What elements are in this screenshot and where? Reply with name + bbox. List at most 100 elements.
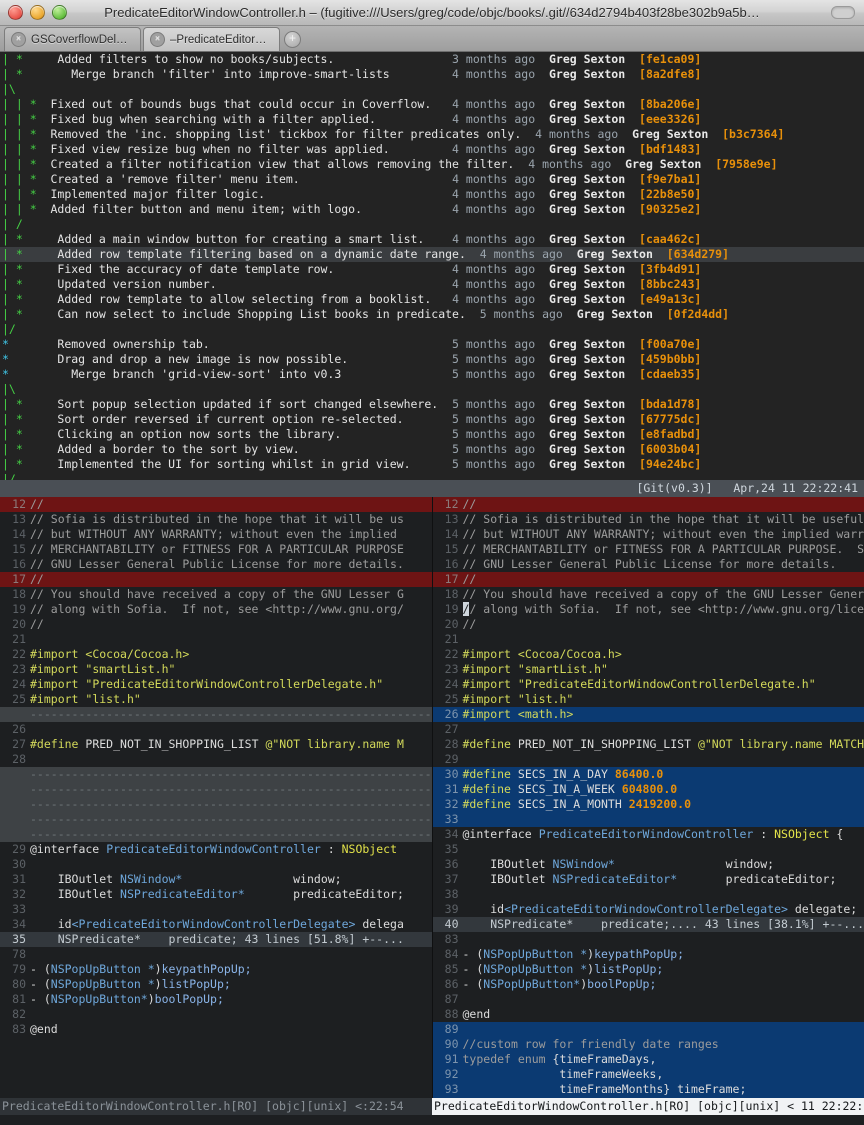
code-line[interactable]: 27 #define PRED_NOT_IN_SHOPPING_LIST @"NO… <box>0 737 432 752</box>
code-line[interactable]: 17// <box>432 572 864 587</box>
code-line[interactable]: 88 @end <box>433 1007 864 1022</box>
gitv-log-row[interactable]: | | * Fixed view resize bug when no filt… <box>0 142 864 157</box>
code-line[interactable]: 87 <box>433 992 864 1007</box>
code-line[interactable]: 79 - (NSPopUpButton *)keypathPopUp; <box>0 962 432 977</box>
code-line[interactable]: 18// You should have received a copy of … <box>433 587 864 602</box>
code-line[interactable]: 34 id<PredicateEditorWindowControllerDel… <box>0 917 432 932</box>
code-line[interactable]: 23 #import "smartList.h" <box>0 662 432 677</box>
code-line[interactable]: 24 #import "PredicateEditorWindowControll… <box>433 677 864 692</box>
code-line[interactable]: 23 #import "smartList.h" <box>433 662 864 677</box>
code-line[interactable]: 31 IBOutlet NSWindow* window; <box>0 872 432 887</box>
zoom-button[interactable] <box>52 5 67 20</box>
close-icon[interactable]: × <box>11 32 26 47</box>
tab-gscoverflowdelegate[interactable]: × GSCoverflowDel… <box>4 27 141 51</box>
code-line[interactable]: 13 // Sofia is distributed in the hope th… <box>0 512 432 527</box>
code-line[interactable]: 33 <box>432 812 864 827</box>
diff-filler-line[interactable]: ----------------------------------------… <box>0 797 432 812</box>
code-line[interactable]: 36 IBOutlet NSWindow* window; <box>433 857 864 872</box>
code-line[interactable]: 29 <box>433 752 864 767</box>
gitv-log-row[interactable]: |/ <box>0 322 864 337</box>
code-line[interactable]: 38 <box>433 887 864 902</box>
diff-filler-line[interactable]: ----------------------------------------… <box>0 707 432 722</box>
code-line[interactable]: 20// <box>433 617 864 632</box>
gitv-log-row[interactable]: | * Added a main window button for creat… <box>0 232 864 247</box>
code-line[interactable]: 94 <box>432 1097 864 1098</box>
gitv-log-row[interactable]: | * Clicking an option now sorts the lib… <box>0 427 864 442</box>
code-line[interactable]: 22 #import <Cocoa/Cocoa.h> <box>433 647 864 662</box>
gitv-log-row[interactable]: | * Added filters to show no books/subje… <box>0 52 864 67</box>
gitv-log-row[interactable]: | | * Created a filter notification view… <box>0 157 864 172</box>
code-line[interactable]: 21 <box>0 632 432 647</box>
code-line[interactable]: 35 NSPredicate* predicate; 43 lines [51.… <box>0 932 432 947</box>
gitv-log-row[interactable]: |/ <box>0 472 864 480</box>
gitv-log-row[interactable]: | | * Added filter button and menu item;… <box>0 202 864 217</box>
gitv-log-row[interactable]: | * Added a border to the sort by view. … <box>0 442 864 457</box>
gitv-log-row[interactable]: * Removed ownership tab. 5 months ago Gr… <box>0 337 864 352</box>
code-line[interactable]: 22 #import <Cocoa/Cocoa.h> <box>0 647 432 662</box>
code-line[interactable]: 14// but WITHOUT ANY WARRANTY; without e… <box>433 527 864 542</box>
code-line[interactable]: 34 @interface PredicateEditorWindowContro… <box>433 827 864 842</box>
code-line[interactable]: 80 - (NSPopUpButton *)listPopUp; <box>0 977 432 992</box>
code-line[interactable]: 12// <box>0 497 432 512</box>
code-line[interactable]: 25 #import "list.h" <box>433 692 864 707</box>
toolbar-toggle-button[interactable] <box>831 6 855 19</box>
diff-filler-line[interactable]: ----------------------------------------… <box>0 812 432 827</box>
code-line[interactable]: 28 <box>0 752 432 767</box>
code-line[interactable]: 89 <box>432 1022 864 1037</box>
gitv-log-row[interactable]: * Drag and drop a new image is now possi… <box>0 352 864 367</box>
code-line[interactable]: 33 <box>0 902 432 917</box>
gitv-log-row[interactable]: | | * Fixed bug when searching with a fi… <box>0 112 864 127</box>
code-line[interactable]: 20// <box>0 617 432 632</box>
code-line[interactable]: 26 <box>0 722 432 737</box>
diff-filler-line[interactable]: ----------------------------------------… <box>0 827 432 842</box>
code-line[interactable]: 27 <box>433 722 864 737</box>
code-line[interactable]: 81 - (NSPopUpButton*)boolPopUp; <box>0 992 432 1007</box>
code-line[interactable]: 83 <box>433 932 864 947</box>
gitv-log-row[interactable]: | | * Removed the 'inc. shopping list' t… <box>0 127 864 142</box>
gitv-log-row[interactable]: |\ <box>0 82 864 97</box>
code-line[interactable]: 85- (NSPopUpButton *)listPopUp; <box>433 962 864 977</box>
gitv-log-row[interactable]: | * Sort order reversed if current optio… <box>0 412 864 427</box>
code-line[interactable]: 17// <box>0 572 432 587</box>
code-line[interactable]: 83 @end <box>0 1022 432 1037</box>
code-line[interactable]: 90//custom row for friendly date ranges <box>432 1037 864 1052</box>
code-line[interactable]: 14// but WITHOUT ANY WARRANTY; without e… <box>0 527 432 542</box>
code-line[interactable]: 93 timeFrameMonths} timeFrame; <box>432 1082 864 1097</box>
code-line[interactable]: 25 #import "list.h" <box>0 692 432 707</box>
gitv-log-row[interactable]: | / <box>0 217 864 232</box>
code-line[interactable]: 16// GNU Lesser General Public License f… <box>0 557 432 572</box>
code-line[interactable]: 19// along with Sofia. If not, see <http… <box>433 602 864 617</box>
gitv-log-row[interactable]: | | * Created a 'remove filter' menu ite… <box>0 172 864 187</box>
code-line[interactable]: 40 NSPredicate* predicate;.... 43 lines … <box>432 917 864 932</box>
gitv-log-pane[interactable]: | * Added filters to show no books/subje… <box>0 52 864 480</box>
right-diff-pane[interactable]: 12//13// Sofia is distributed in the hop… <box>432 497 864 1098</box>
code-line[interactable]: 26 #import <math.h> <box>432 707 864 722</box>
code-line[interactable]: 32 #define SECS_IN_A_MONTH 2419200.0 <box>432 797 864 812</box>
gitv-log-row[interactable]: * Merge branch 'grid-view-sort' into v0.… <box>0 367 864 382</box>
gitv-log-row[interactable]: | | * Implemented major filter logic. 4 … <box>0 187 864 202</box>
code-line[interactable]: 15 // MERCHANTABILITY or FITNESS FOR A PA… <box>0 542 432 557</box>
code-line[interactable]: 35 <box>433 842 864 857</box>
close-icon[interactable]: × <box>150 32 165 47</box>
code-line[interactable]: 91 typedef enum {timeFrameDays, <box>432 1052 864 1067</box>
gitv-log-row[interactable]: | * Merge branch 'filter' into improve-s… <box>0 67 864 82</box>
code-line[interactable]: 32 IBOutlet NSPredicateEditor* predicate… <box>0 887 432 902</box>
gitv-log-row[interactable]: | * Implemented the UI for sorting whils… <box>0 457 864 472</box>
gitv-log-row[interactable]: | * Added row template filtering based o… <box>0 247 864 262</box>
code-line[interactable]: 30 <box>0 857 432 872</box>
code-line[interactable]: 21 <box>433 632 864 647</box>
gitv-log-row[interactable]: | * Sort popup selection updated if sort… <box>0 397 864 412</box>
code-line[interactable]: 19// along with Sofia. If not, see <http… <box>0 602 432 617</box>
code-line[interactable]: 78 <box>0 947 432 962</box>
code-line[interactable]: 12// <box>432 497 864 512</box>
code-line[interactable]: 86- (NSPopUpButton*)boolPopUp; <box>433 977 864 992</box>
code-line[interactable]: 82 <box>0 1007 432 1022</box>
code-line[interactable]: 92 timeFrameWeeks, <box>432 1067 864 1082</box>
code-line[interactable]: 16// GNU Lesser General Public License f… <box>433 557 864 572</box>
code-line[interactable]: 28 #define PRED_NOT_IN_SHOPPING_LIST @"NO… <box>433 737 864 752</box>
new-tab-button[interactable]: + <box>284 31 301 48</box>
gitv-log-row[interactable]: |\ <box>0 382 864 397</box>
gitv-log-row[interactable]: | * Fixed the accuracy of date template … <box>0 262 864 277</box>
code-line[interactable]: 37 IBOutlet NSPredicateEditor* predicate… <box>433 872 864 887</box>
code-line[interactable]: 39 id<PredicateEditorWindowControllerDel… <box>433 902 864 917</box>
